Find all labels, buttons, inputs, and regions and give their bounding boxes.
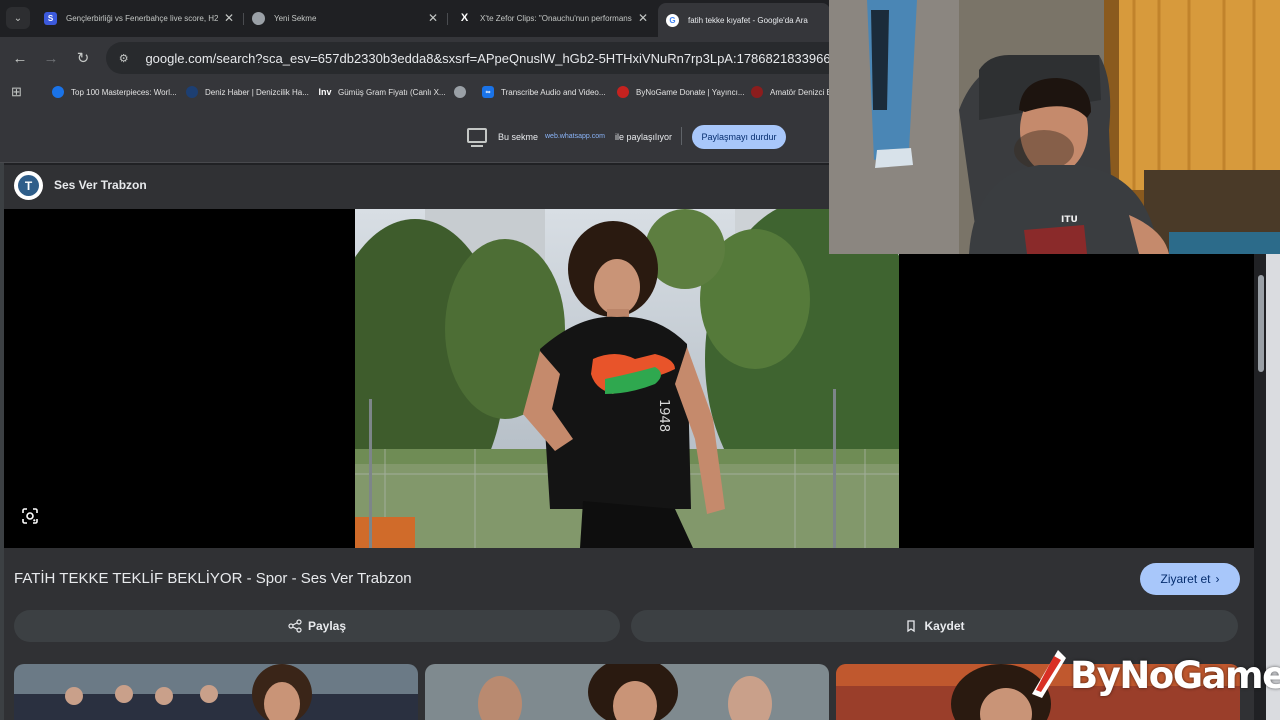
save-button[interactable]: Kaydet	[631, 610, 1238, 642]
bynogame-icon	[617, 86, 629, 98]
bookmark-label: Amatör Denizci E	[770, 87, 832, 97]
bookmark-item[interactable]: Deniz Haber | Denizcilik Ha...	[186, 84, 309, 100]
back-button[interactable]: ←	[9, 47, 31, 69]
screen-share-icon	[467, 128, 487, 147]
address-bar[interactable]: ⚙ google.com/search?sca_esv=657db2330b3e…	[106, 42, 866, 74]
tab-sofascore[interactable]: S Gençlerbirliği vs Fenerbahçe live scor…	[36, 5, 242, 31]
tab-title: Gençlerbirliği vs Fenerbahçe live score,…	[66, 13, 218, 23]
bookmark-item[interactable]: Inv Gümüş Gram Fiyatı (Canlı X...	[319, 84, 446, 100]
source-name[interactable]: Ses Ver Trabzon	[54, 178, 147, 192]
tab-divider	[447, 13, 448, 25]
forward-button[interactable]: →	[40, 47, 62, 69]
close-icon[interactable]: ✕	[638, 11, 648, 25]
stop-sharing-button[interactable]: Paylaşmayı durdur	[692, 125, 786, 149]
tab-google-search[interactable]: G fatih tekke kıyafet - Google'da Ara	[658, 3, 830, 37]
bookmark-label: Top 100 Masterpieces: Worl...	[71, 87, 177, 97]
google-icon: G	[666, 13, 679, 27]
bookmark-item[interactable]: Amatör Denizci E	[751, 84, 832, 100]
bookmark-favicon-icon	[186, 86, 198, 98]
bookmark-item[interactable]: ∞ Transcribe Audio and Video...	[482, 84, 606, 100]
bookmark-label: Gümüş Gram Fiyatı (Canlı X...	[338, 87, 446, 97]
close-icon[interactable]: ✕	[224, 11, 234, 25]
shirt-year-text: 1948	[656, 399, 671, 432]
preview-image[interactable]: 1948	[355, 209, 899, 548]
bynogame-logo-icon	[1032, 650, 1066, 698]
source-logo[interactable]: T	[14, 171, 43, 200]
bynogame-watermark: ByNoGame	[1028, 648, 1280, 704]
investing-icon: Inv	[318, 87, 332, 97]
page-edge	[1266, 254, 1280, 720]
tab-new-tab[interactable]: Yeni Sekme ✕	[244, 5, 446, 31]
google-lens-icon[interactable]	[20, 506, 40, 526]
share-button[interactable]: Paylaş	[14, 610, 620, 642]
tab-x-post[interactable]: X X'te Zefor Clips: "Onauchu'nun perform…	[450, 5, 656, 31]
source-logo-letter: T	[18, 175, 39, 196]
tab-search-button[interactable]: ⌄	[6, 7, 30, 29]
scrollbar-thumb[interactable]	[1258, 275, 1264, 372]
related-image-thumbnail[interactable]	[14, 664, 418, 720]
globe-icon	[454, 86, 466, 98]
visit-button[interactable]: Ziyaret et ›	[1140, 563, 1240, 595]
bookmark-favicon-icon	[52, 86, 64, 98]
arrow-right-icon: →	[43, 49, 59, 67]
bookmark-label: Deniz Haber | Denizcilik Ha...	[205, 87, 309, 97]
tab-title: X'te Zefor Clips: "Onauchu'nun performan…	[480, 13, 632, 23]
tab-title: fatih tekke kıyafet - Google'da Ara	[688, 15, 808, 25]
screen: ⌄ S Gençlerbirliği vs Fenerbahçe live sc…	[0, 0, 1280, 720]
x-icon: X	[460, 12, 469, 24]
share-icon	[288, 619, 302, 633]
result-title[interactable]: FATİH TEKKE TEKLİF BEKLİYOR - Spor - Ses…	[14, 570, 412, 587]
tab-title: Yeni Sekme	[274, 13, 317, 23]
url-text: google.com/search?sca_esv=657db2330b3edd…	[145, 50, 866, 66]
chevron-down-icon: ⌄	[13, 12, 23, 24]
streamer-webcam: ITU	[829, 0, 1280, 254]
apps-grid-icon[interactable]: ⊞	[11, 84, 22, 100]
share-domain-text: web.whatsapp.com	[545, 133, 605, 140]
bookmark-label: Transcribe Audio and Video...	[501, 87, 606, 97]
visit-button-label: Ziyaret et	[1160, 572, 1211, 586]
watermark-text: ByNoGame	[1070, 654, 1280, 697]
bookmark-item[interactable]	[454, 84, 473, 100]
share-prefix-text: Bu sekme	[498, 132, 539, 142]
bookmark-label: ByNoGame Donate | Yayıncı...	[636, 87, 745, 97]
shirt-text: ITU	[1061, 215, 1078, 225]
transcribe-icon: ∞	[482, 86, 494, 98]
sofascore-icon: S	[44, 11, 57, 25]
bookmark-icon	[907, 620, 916, 633]
bookmark-item[interactable]: Top 100 Masterpieces: Worl...	[52, 84, 177, 100]
chevron-right-icon: ›	[1215, 572, 1220, 586]
close-icon[interactable]: ✕	[428, 11, 438, 25]
share-suffix-text: ile paylaşılıyor	[615, 132, 673, 142]
reload-icon: ↻	[76, 50, 90, 67]
share-button-label: Paylaş	[307, 619, 347, 633]
related-image-thumbnail[interactable]	[425, 664, 829, 720]
chrome-icon	[252, 11, 265, 25]
site-settings-icon[interactable]: ⚙	[116, 50, 131, 66]
reload-button[interactable]: ↻	[72, 47, 94, 69]
save-button-label: Kaydet	[924, 619, 965, 633]
bookmark-favicon-icon	[751, 86, 763, 98]
arrow-left-icon: ←	[12, 49, 28, 67]
bookmark-item[interactable]: ByNoGame Donate | Yayıncı...	[617, 84, 745, 100]
divider	[681, 127, 682, 145]
